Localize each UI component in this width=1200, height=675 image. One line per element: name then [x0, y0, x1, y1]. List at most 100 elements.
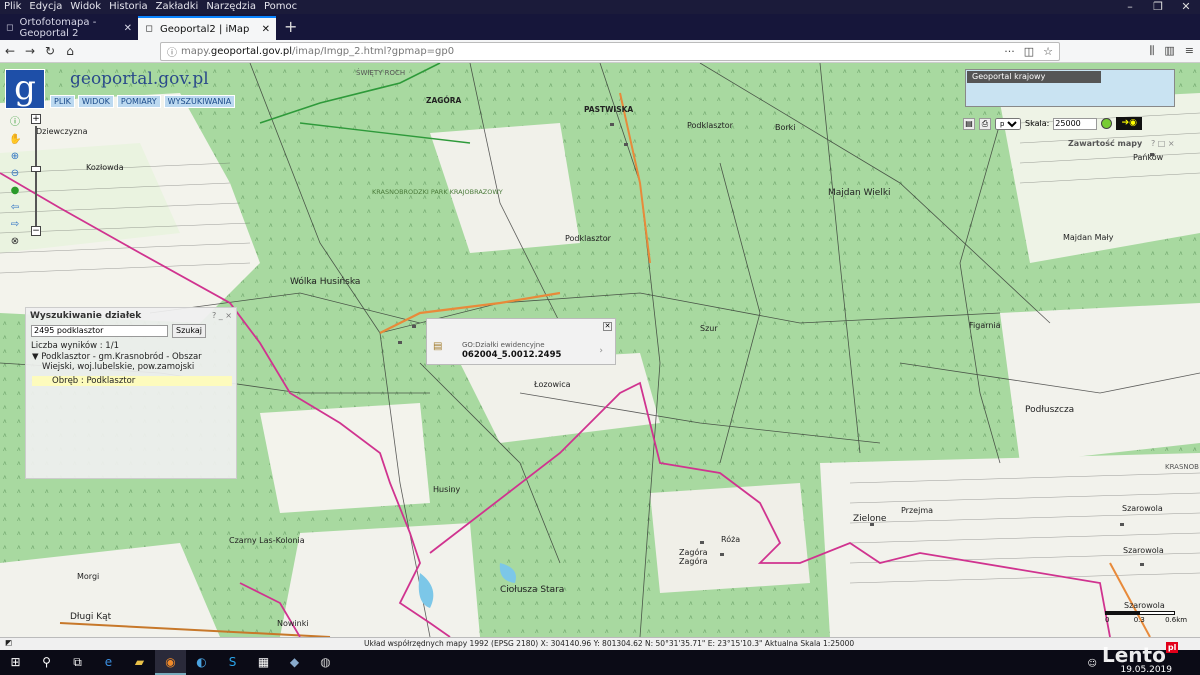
- info-tool-icon[interactable]: ⓘ: [9, 117, 21, 129]
- place-label: Podłuszcza: [1025, 405, 1075, 415]
- url-actions: ··· ◫ ☆: [1004, 45, 1053, 58]
- forward-arrow-icon[interactable]: ⇨: [9, 219, 21, 231]
- address-bar[interactable]: ⓘ mapy. geoportal.gov.pl/imap/Imgp_2.html…: [160, 42, 1060, 61]
- place-label: Szarowola: [1123, 546, 1164, 555]
- person-icon[interactable]: ☺: [1088, 659, 1097, 669]
- close-icon[interactable]: ✕: [124, 23, 132, 34]
- app-icon[interactable]: ◍: [310, 650, 341, 675]
- globe-icon[interactable]: ●: [9, 185, 21, 197]
- new-tab-button[interactable]: +: [276, 16, 305, 40]
- menu-plik[interactable]: PLIK: [50, 95, 75, 108]
- selected-result[interactable]: Obręb : Podklasztor: [32, 376, 232, 386]
- windows-start-icon[interactable]: ⊞: [0, 650, 31, 675]
- park-label: KRASNOBRODZKI PARK KRAJOBRAZOWY: [372, 188, 503, 196]
- chevron-right-icon[interactable]: ›: [599, 346, 603, 356]
- calculator-icon[interactable]: ▦: [248, 650, 279, 675]
- close-icon[interactable]: ✕: [1172, 0, 1200, 13]
- scale-tick: 0.3: [1133, 616, 1145, 624]
- compass-icon[interactable]: ⊗: [9, 236, 21, 248]
- legend-icon[interactable]: ▤: [963, 117, 975, 130]
- menu-widok[interactable]: WIDOK: [77, 95, 114, 108]
- forward-icon[interactable]: →: [20, 44, 40, 58]
- app-icon[interactable]: ◆: [279, 650, 310, 675]
- search-icon[interactable]: ⚲: [31, 650, 62, 675]
- app-menu: PLIK WIDOK POMIARY WYSZUKIWANIA: [50, 95, 236, 108]
- parcel-search-input[interactable]: 2495 podklasztor: [31, 325, 168, 337]
- close-icon[interactable]: ✕: [262, 24, 270, 35]
- geoportal-logo[interactable]: g: [5, 69, 45, 109]
- place-label: Kozłowda: [86, 163, 124, 172]
- print-icon[interactable]: ⎙: [979, 117, 991, 130]
- contents-title: Zawartość mapy: [1068, 139, 1143, 148]
- zoom-handle[interactable]: [31, 166, 41, 172]
- back-arrow-icon[interactable]: ⇦: [9, 202, 21, 214]
- map-canvas[interactable]: ʌ: [0, 63, 1200, 637]
- restore-icon[interactable]: ❐: [1144, 0, 1172, 13]
- menu-pomiary[interactable]: POMIARY: [116, 95, 161, 108]
- map-contents-header[interactable]: Zawartość mapy ? □ ×: [1068, 139, 1175, 148]
- contents-controls[interactable]: ? □ ×: [1151, 139, 1175, 148]
- edge-icon[interactable]: e: [93, 650, 124, 675]
- geoportal-title: geoportal.gov.pl: [70, 69, 209, 89]
- url-path: /imap/Imgp_2.html?gpmap=gp0: [292, 46, 455, 57]
- overview-map[interactable]: Geoportal krajowy: [965, 69, 1175, 107]
- zoom-in-tool-icon[interactable]: ⊕: [9, 151, 21, 163]
- apply-scale-icon[interactable]: [1101, 118, 1113, 129]
- app-icon[interactable]: ◐: [186, 650, 217, 675]
- reload-icon[interactable]: ↻: [40, 44, 60, 58]
- menu-item[interactable]: Widok: [66, 0, 105, 14]
- tab-ortofotomapa[interactable]: ◻ Ortofotomapa - Geoportal 2 ✕: [0, 16, 138, 40]
- back-icon[interactable]: ←: [0, 44, 20, 58]
- place-label: Szarowola: [1124, 601, 1165, 610]
- map-statusbar: ◩ Układ współrzędnych mapy 1992 (EPSG 21…: [0, 637, 1200, 650]
- zoom-slider[interactable]: + −: [31, 114, 41, 238]
- zoom-out-tool-icon[interactable]: ⊖: [9, 168, 21, 180]
- home-icon[interactable]: ⌂: [60, 44, 80, 58]
- feature-info-popup: ✕ ▤ GO:Działki ewidencyjne 062004_5.0012…: [426, 318, 616, 365]
- task-view-icon[interactable]: ⧉: [62, 650, 93, 675]
- map-toolbar: ▤ ⎙ pol Skala: 25000 ➔◉: [963, 116, 1200, 131]
- navigation-bar: ← → ↻ ⌂ ⓘ mapy. geoportal.gov.pl/imap/Img…: [0, 40, 1200, 63]
- library-icon[interactable]: ⫼: [1149, 44, 1154, 58]
- place-label: Róża: [721, 535, 741, 544]
- info-icon[interactable]: ⓘ: [167, 44, 177, 59]
- zoom-in-button[interactable]: +: [31, 114, 41, 124]
- place-label: Zielone: [853, 514, 887, 524]
- place-label: ŚWIĘTY ROCH: [356, 69, 406, 77]
- menu-wyszukiwania[interactable]: WYSZUKIWANIA: [163, 95, 236, 108]
- language-select[interactable]: pol: [995, 117, 1021, 130]
- menu-item[interactable]: Edycja: [25, 0, 66, 14]
- place-label: Majdan Wielki: [828, 188, 891, 198]
- star-icon[interactable]: ☆: [1043, 45, 1053, 58]
- minimize-icon[interactable]: –: [1116, 0, 1144, 13]
- eye-icon[interactable]: ➔◉: [1116, 117, 1143, 130]
- panel-controls[interactable]: ? _ ×: [212, 311, 232, 320]
- folder-icon[interactable]: ▰: [124, 650, 155, 675]
- menu-item[interactable]: Narzędzia: [202, 0, 260, 14]
- zoom-track[interactable]: [35, 126, 37, 226]
- tab-imap[interactable]: ◻ Geoportal2 | iMap ✕: [138, 16, 276, 40]
- sidebar-icon[interactable]: ▥: [1164, 44, 1174, 58]
- close-icon[interactable]: ✕: [603, 322, 612, 331]
- menu-item[interactable]: Historia: [105, 0, 152, 14]
- menu-item[interactable]: Zakładki: [152, 0, 203, 14]
- menu-item[interactable]: Plik: [0, 0, 25, 14]
- place-label: Zagóra: [679, 548, 708, 557]
- search-button[interactable]: Szukaj: [172, 324, 206, 338]
- result-tree[interactable]: ▼ Podklasztor - gm.Krasnobród - Obszar W…: [32, 352, 232, 372]
- place-label: Szarowola: [1122, 504, 1163, 513]
- menu-item[interactable]: Pomoc: [260, 0, 301, 14]
- tab-label: Geoportal2 | iMap: [160, 23, 250, 35]
- place-label: Łozowica: [534, 380, 571, 389]
- tab-bar: ◻ Ortofotomapa - Geoportal 2 ✕ ◻ Geoport…: [0, 14, 1200, 40]
- firefox-icon[interactable]: ◉: [155, 650, 186, 675]
- pan-hand-icon[interactable]: ✋: [9, 134, 21, 146]
- zoom-out-button[interactable]: −: [31, 226, 41, 236]
- pocket-icon[interactable]: ◫: [1024, 45, 1034, 58]
- place-label: Ciołusza Stara: [500, 585, 565, 595]
- skype-icon[interactable]: S: [217, 650, 248, 675]
- scale-input[interactable]: 25000: [1053, 117, 1098, 130]
- more-icon[interactable]: ···: [1004, 45, 1015, 58]
- statusbar-icon[interactable]: ◩: [5, 638, 12, 647]
- hamburger-icon[interactable]: ≡: [1185, 44, 1194, 58]
